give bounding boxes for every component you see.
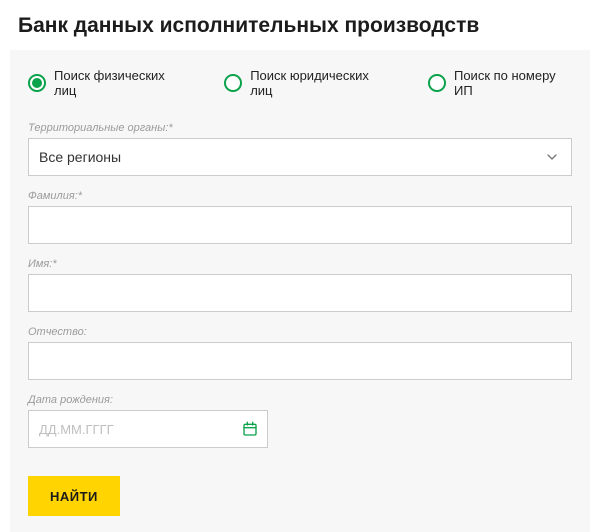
search-panel: Поиск физических лиц Поиск юридических л… — [10, 50, 590, 532]
label-dob: Дата рождения: — [28, 394, 572, 406]
label-lastname: Фамилия:* — [28, 190, 572, 202]
field-firstname: Имя:* — [28, 258, 572, 312]
label-region: Территориальные органы:* — [28, 122, 572, 134]
radio-unchecked-icon — [224, 74, 242, 92]
patronymic-input[interactable] — [28, 342, 572, 380]
search-button[interactable]: НАЙТИ — [28, 476, 120, 516]
chevron-down-icon — [543, 148, 561, 166]
radio-unchecked-icon — [428, 74, 446, 92]
page-title: Банк данных исполнительных производств — [0, 0, 600, 50]
label-firstname: Имя:* — [28, 258, 572, 270]
tab-legal[interactable]: Поиск юридических лиц — [224, 68, 388, 98]
region-select[interactable]: Все регионы — [28, 138, 572, 176]
lastname-input[interactable] — [28, 206, 572, 244]
dob-input[interactable] — [39, 422, 241, 437]
firstname-input[interactable] — [28, 274, 572, 312]
tab-individual[interactable]: Поиск физических лиц — [28, 68, 184, 98]
calendar-icon[interactable] — [241, 420, 259, 438]
field-region: Территориальные органы:* Все регионы — [28, 122, 572, 176]
field-dob: Дата рождения: — [28, 394, 572, 448]
tab-individual-label: Поиск физических лиц — [54, 68, 184, 98]
tab-case-number[interactable]: Поиск по номеру ИП — [428, 68, 572, 98]
field-lastname: Фамилия:* — [28, 190, 572, 244]
dob-input-wrap — [28, 410, 268, 448]
region-select-value: Все регионы — [39, 149, 121, 165]
field-patronymic: Отчество: — [28, 326, 572, 380]
tab-legal-label: Поиск юридических лиц — [250, 68, 388, 98]
search-type-tabs: Поиск физических лиц Поиск юридических л… — [28, 68, 572, 98]
tab-case-label: Поиск по номеру ИП — [454, 68, 572, 98]
radio-checked-icon — [28, 74, 46, 92]
label-patronymic: Отчество: — [28, 326, 572, 338]
